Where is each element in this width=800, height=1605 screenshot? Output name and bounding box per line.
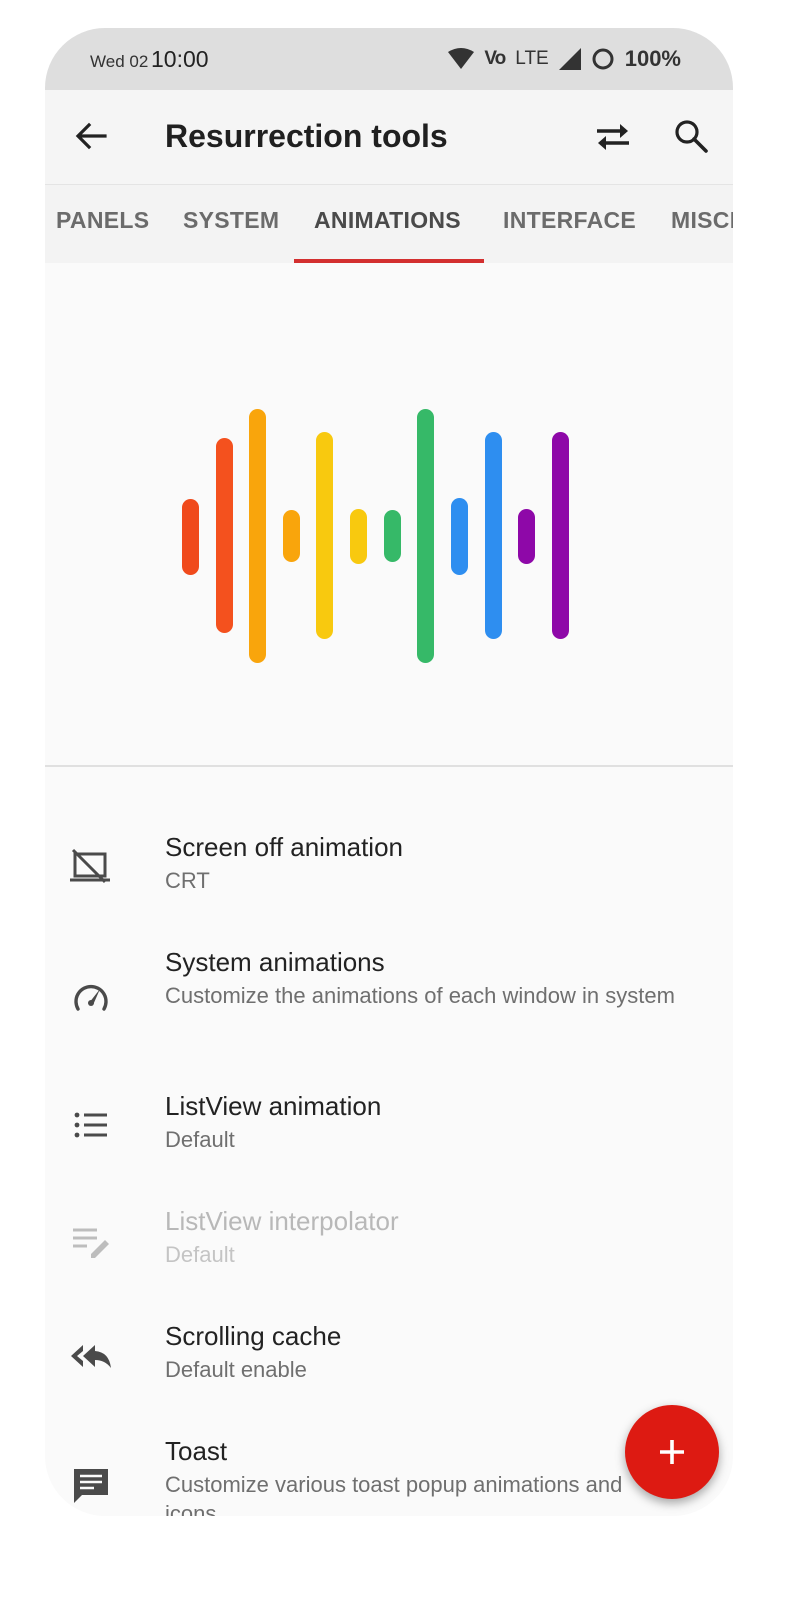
signal-icon	[558, 48, 581, 70]
wave-bar	[283, 510, 300, 562]
toast-message-icon	[74, 1469, 108, 1503]
setting-scrolling-cache[interactable]: Scrolling cache Default enable	[45, 1321, 733, 1391]
screen-off-icon	[70, 848, 110, 884]
tab-bar: PANELS SYSTEM ANIMATIONS INTERFACE MISCE…	[45, 185, 733, 263]
wifi-icon	[448, 48, 475, 69]
setting-subtitle: Default enable	[165, 1357, 307, 1382]
setting-subtitle: Customize the animations of each window …	[165, 983, 675, 1008]
speedometer-icon	[74, 984, 108, 1011]
wave-bar	[485, 432, 502, 639]
battery-circle-icon	[592, 48, 614, 70]
plus-icon	[660, 1440, 684, 1464]
wave-bar	[350, 509, 367, 564]
tab-miscellaneous[interactable]: MISCELLANEOUS	[671, 207, 733, 234]
setting-subtitle: Customize various toast popup animations…	[165, 1472, 623, 1516]
app-bar: Resurrection tools	[45, 90, 733, 185]
status-bar: Wed 02 10:00 Vo LTE 100%	[45, 28, 733, 90]
setting-system-animations[interactable]: System animations Customize the animatio…	[45, 947, 733, 1047]
setting-title: Screen off animation	[165, 832, 403, 862]
tab-system[interactable]: SYSTEM	[183, 207, 279, 234]
section-divider	[45, 765, 733, 767]
setting-title: Scrolling cache	[165, 1321, 342, 1351]
wave-bar	[518, 509, 535, 564]
page-title: Resurrection tools	[165, 118, 448, 154]
list-icon	[74, 1112, 107, 1138]
volte-indicator: Vo	[484, 48, 506, 69]
wave-bar	[451, 498, 468, 575]
search-icon[interactable]	[673, 118, 709, 154]
setting-subtitle: CRT	[165, 868, 210, 893]
add-fab-button[interactable]	[625, 1405, 719, 1499]
tab-interface[interactable]: INTERFACE	[503, 207, 636, 234]
setting-title: System animations	[165, 947, 385, 977]
network-type: LTE	[515, 48, 549, 69]
tab-panels[interactable]: PANELS	[56, 207, 149, 234]
setting-listview-interpolator: ListView interpolator Default	[45, 1206, 733, 1276]
setting-subtitle: Default	[165, 1127, 235, 1152]
status-time: 10:00	[151, 46, 209, 72]
animations-hero-illustration	[45, 263, 733, 765]
sound-wave-bars-graphic	[182, 409, 569, 663]
status-day: Wed 02	[90, 52, 149, 71]
wave-bar	[384, 510, 401, 562]
edit-list-icon	[73, 1228, 109, 1258]
setting-title: Toast	[165, 1436, 228, 1466]
battery-level: 100%	[624, 46, 681, 71]
setting-screen-off-animation[interactable]: Screen off animation CRT	[45, 832, 733, 902]
reply-all-icon	[71, 1345, 111, 1368]
setting-subtitle: Default	[165, 1242, 235, 1267]
wave-bar	[417, 409, 434, 663]
setting-title: ListView animation	[165, 1091, 382, 1121]
wave-bar	[182, 499, 199, 575]
wave-bar	[316, 432, 333, 639]
tab-animations[interactable]: ANIMATIONS	[314, 207, 461, 234]
wave-bar	[249, 409, 266, 663]
back-arrow-icon[interactable]	[73, 118, 109, 154]
wave-bar	[216, 438, 233, 633]
phone-screen: Wed 02 10:00 Vo LTE 100% Resurrection to…	[45, 28, 733, 1516]
setting-listview-animation[interactable]: ListView animation Default	[45, 1091, 733, 1161]
status-icons: Vo LTE 100%	[448, 44, 681, 74]
swap-icon[interactable]	[593, 120, 633, 154]
setting-title: ListView interpolator	[165, 1206, 399, 1236]
wave-bar	[552, 432, 569, 639]
